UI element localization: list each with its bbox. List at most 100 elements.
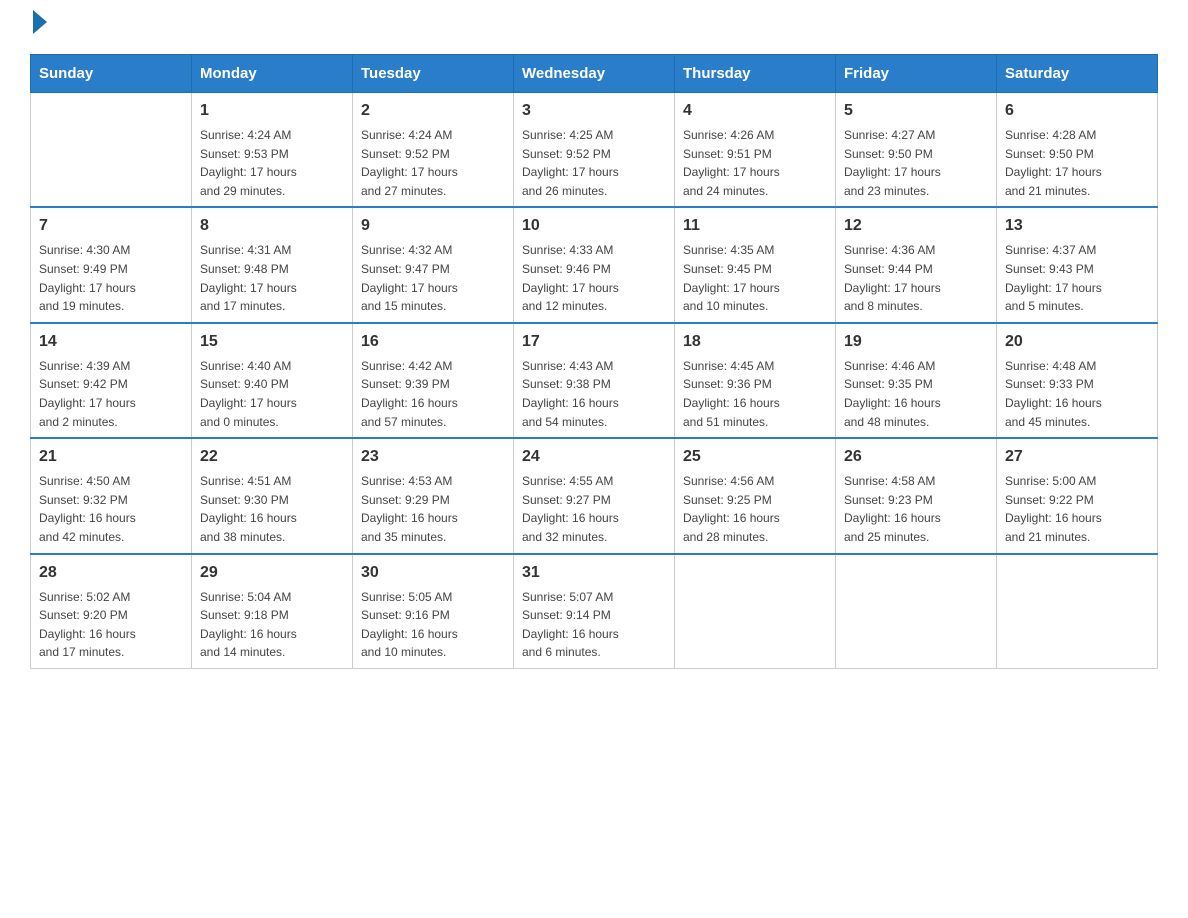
calendar-cell: 13 Sunrise: 4:37 AM Sunset: 9:43 PM Dayli… xyxy=(997,207,1158,322)
day-number: 21 xyxy=(39,445,183,469)
day-number: 31 xyxy=(522,561,666,585)
day-info: Sunrise: 4:24 AM Sunset: 9:52 PM Dayligh… xyxy=(361,126,505,200)
calendar-cell: 10Sunrise: 4:33 AM Sunset: 9:46 PM Dayli… xyxy=(514,207,675,322)
day-info: Sunrise: 4:35 AM Sunset: 9:45 PM Dayligh… xyxy=(683,241,827,315)
calendar-cell: 27 Sunrise: 5:00 AM Sunset: 9:22 PM Dayli… xyxy=(997,438,1158,553)
calendar-cell xyxy=(31,93,192,208)
day-number: 3 xyxy=(522,99,666,123)
day-number: 5 xyxy=(844,99,988,123)
calendar-cell: 6Sunrise: 4:28 AM Sunset: 9:50 PM Daylig… xyxy=(997,93,1158,208)
day-info: Sunrise: 4:32 AM Sunset: 9:47 PM Dayligh… xyxy=(361,241,505,315)
day-number: 25 xyxy=(683,445,827,469)
calendar-cell: 24 Sunrise: 4:55 AM Sunset: 9:27 PM Dayli… xyxy=(514,438,675,553)
calendar-cell: 28 Sunrise: 5:02 AM Sunset: 9:20 PM Dayli… xyxy=(31,554,192,669)
calendar-cell: 23Sunrise: 4:53 AM Sunset: 9:29 PM Dayli… xyxy=(353,438,514,553)
weekday-header-friday: Friday xyxy=(836,55,997,93)
logo-arrow-icon xyxy=(33,10,47,34)
calendar-cell xyxy=(675,554,836,669)
day-info: Sunrise: 5:00 AM Sunset: 9:22 PM Dayligh… xyxy=(1005,472,1149,546)
day-info: Sunrise: 4:42 AM Sunset: 9:39 PM Dayligh… xyxy=(361,357,505,431)
weekday-header-row: SundayMondayTuesdayWednesdayThursdayFrid… xyxy=(31,55,1158,93)
day-info: Sunrise: 4:33 AM Sunset: 9:46 PM Dayligh… xyxy=(522,241,666,315)
weekday-header-saturday: Saturday xyxy=(997,55,1158,93)
calendar-cell xyxy=(836,554,997,669)
calendar-cell: 31 Sunrise: 5:07 AM Sunset: 9:14 PM Dayli… xyxy=(514,554,675,669)
weekday-header-monday: Monday xyxy=(192,55,353,93)
day-number: 18 xyxy=(683,330,827,354)
day-number: 27 xyxy=(1005,445,1149,469)
day-number: 4 xyxy=(683,99,827,123)
calendar-cell: 18 Sunrise: 4:45 AM Sunset: 9:36 PM Dayli… xyxy=(675,323,836,438)
calendar-cell: 21 Sunrise: 4:50 AM Sunset: 9:32 PM Dayli… xyxy=(31,438,192,553)
day-number: 1 xyxy=(200,99,344,123)
logo xyxy=(30,20,47,34)
day-info: Sunrise: 4:37 AM Sunset: 9:43 PM Dayligh… xyxy=(1005,241,1149,315)
calendar-cell: 20 Sunrise: 4:48 AM Sunset: 9:33 PM Dayli… xyxy=(997,323,1158,438)
calendar-cell xyxy=(997,554,1158,669)
day-info: Sunrise: 4:56 AM Sunset: 9:25 PM Dayligh… xyxy=(683,472,827,546)
weekday-header-tuesday: Tuesday xyxy=(353,55,514,93)
day-info: Sunrise: 5:07 AM Sunset: 9:14 PM Dayligh… xyxy=(522,588,666,662)
day-info: Sunrise: 4:53 AM Sunset: 9:29 PM Dayligh… xyxy=(361,472,505,546)
day-number: 8 xyxy=(200,214,344,238)
day-number: 6 xyxy=(1005,99,1149,123)
calendar-cell: 8 Sunrise: 4:31 AM Sunset: 9:48 PM Daylig… xyxy=(192,207,353,322)
calendar-cell: 5 Sunrise: 4:27 AM Sunset: 9:50 PM Daylig… xyxy=(836,93,997,208)
day-number: 24 xyxy=(522,445,666,469)
week-row-3: 14Sunrise: 4:39 AM Sunset: 9:42 PM Dayli… xyxy=(31,323,1158,438)
day-info: Sunrise: 4:31 AM Sunset: 9:48 PM Dayligh… xyxy=(200,241,344,315)
day-number: 16 xyxy=(361,330,505,354)
day-number: 14 xyxy=(39,330,183,354)
day-info: Sunrise: 5:05 AM Sunset: 9:16 PM Dayligh… xyxy=(361,588,505,662)
day-number: 15 xyxy=(200,330,344,354)
day-number: 12 xyxy=(844,214,988,238)
calendar-cell: 17 Sunrise: 4:43 AM Sunset: 9:38 PM Dayli… xyxy=(514,323,675,438)
day-info: Sunrise: 4:46 AM Sunset: 9:35 PM Dayligh… xyxy=(844,357,988,431)
week-row-4: 21 Sunrise: 4:50 AM Sunset: 9:32 PM Dayli… xyxy=(31,438,1158,553)
week-row-2: 7Sunrise: 4:30 AM Sunset: 9:49 PM Daylig… xyxy=(31,207,1158,322)
calendar-cell: 11 Sunrise: 4:35 AM Sunset: 9:45 PM Dayli… xyxy=(675,207,836,322)
day-info: Sunrise: 4:45 AM Sunset: 9:36 PM Dayligh… xyxy=(683,357,827,431)
day-info: Sunrise: 4:51 AM Sunset: 9:30 PM Dayligh… xyxy=(200,472,344,546)
calendar-cell: 30 Sunrise: 5:05 AM Sunset: 9:16 PM Dayli… xyxy=(353,554,514,669)
day-number: 13 xyxy=(1005,214,1149,238)
weekday-header-wednesday: Wednesday xyxy=(514,55,675,93)
calendar-cell: 29Sunrise: 5:04 AM Sunset: 9:18 PM Dayli… xyxy=(192,554,353,669)
day-number: 19 xyxy=(844,330,988,354)
day-info: Sunrise: 4:24 AM Sunset: 9:53 PM Dayligh… xyxy=(200,126,344,200)
day-info: Sunrise: 4:43 AM Sunset: 9:38 PM Dayligh… xyxy=(522,357,666,431)
weekday-header-thursday: Thursday xyxy=(675,55,836,93)
day-info: Sunrise: 4:36 AM Sunset: 9:44 PM Dayligh… xyxy=(844,241,988,315)
day-number: 11 xyxy=(683,214,827,238)
calendar-cell: 12 Sunrise: 4:36 AM Sunset: 9:44 PM Dayli… xyxy=(836,207,997,322)
day-number: 28 xyxy=(39,561,183,585)
day-info: Sunrise: 5:02 AM Sunset: 9:20 PM Dayligh… xyxy=(39,588,183,662)
page-header xyxy=(30,20,1158,34)
calendar-cell: 9Sunrise: 4:32 AM Sunset: 9:47 PM Daylig… xyxy=(353,207,514,322)
week-row-5: 28 Sunrise: 5:02 AM Sunset: 9:20 PM Dayli… xyxy=(31,554,1158,669)
day-number: 2 xyxy=(361,99,505,123)
day-info: Sunrise: 4:48 AM Sunset: 9:33 PM Dayligh… xyxy=(1005,357,1149,431)
calendar-cell: 25 Sunrise: 4:56 AM Sunset: 9:25 PM Dayli… xyxy=(675,438,836,553)
day-number: 17 xyxy=(522,330,666,354)
calendar-body: 1 Sunrise: 4:24 AM Sunset: 9:53 PM Daylig… xyxy=(31,93,1158,669)
day-number: 20 xyxy=(1005,330,1149,354)
calendar-cell: 19 Sunrise: 4:46 AM Sunset: 9:35 PM Dayli… xyxy=(836,323,997,438)
calendar-header: SundayMondayTuesdayWednesdayThursdayFrid… xyxy=(31,55,1158,93)
calendar-cell: 26Sunrise: 4:58 AM Sunset: 9:23 PM Dayli… xyxy=(836,438,997,553)
day-number: 29 xyxy=(200,561,344,585)
calendar-cell: 14Sunrise: 4:39 AM Sunset: 9:42 PM Dayli… xyxy=(31,323,192,438)
day-info: Sunrise: 4:30 AM Sunset: 9:49 PM Dayligh… xyxy=(39,241,183,315)
day-info: Sunrise: 4:58 AM Sunset: 9:23 PM Dayligh… xyxy=(844,472,988,546)
day-info: Sunrise: 4:26 AM Sunset: 9:51 PM Dayligh… xyxy=(683,126,827,200)
day-number: 30 xyxy=(361,561,505,585)
calendar-cell: 15 Sunrise: 4:40 AM Sunset: 9:40 PM Dayli… xyxy=(192,323,353,438)
calendar-cell: 7Sunrise: 4:30 AM Sunset: 9:49 PM Daylig… xyxy=(31,207,192,322)
calendar-cell: 16 Sunrise: 4:42 AM Sunset: 9:39 PM Dayli… xyxy=(353,323,514,438)
week-row-1: 1 Sunrise: 4:24 AM Sunset: 9:53 PM Daylig… xyxy=(31,93,1158,208)
day-info: Sunrise: 4:40 AM Sunset: 9:40 PM Dayligh… xyxy=(200,357,344,431)
calendar-table: SundayMondayTuesdayWednesdayThursdayFrid… xyxy=(30,54,1158,669)
day-info: Sunrise: 4:55 AM Sunset: 9:27 PM Dayligh… xyxy=(522,472,666,546)
day-info: Sunrise: 4:27 AM Sunset: 9:50 PM Dayligh… xyxy=(844,126,988,200)
day-info: Sunrise: 4:50 AM Sunset: 9:32 PM Dayligh… xyxy=(39,472,183,546)
